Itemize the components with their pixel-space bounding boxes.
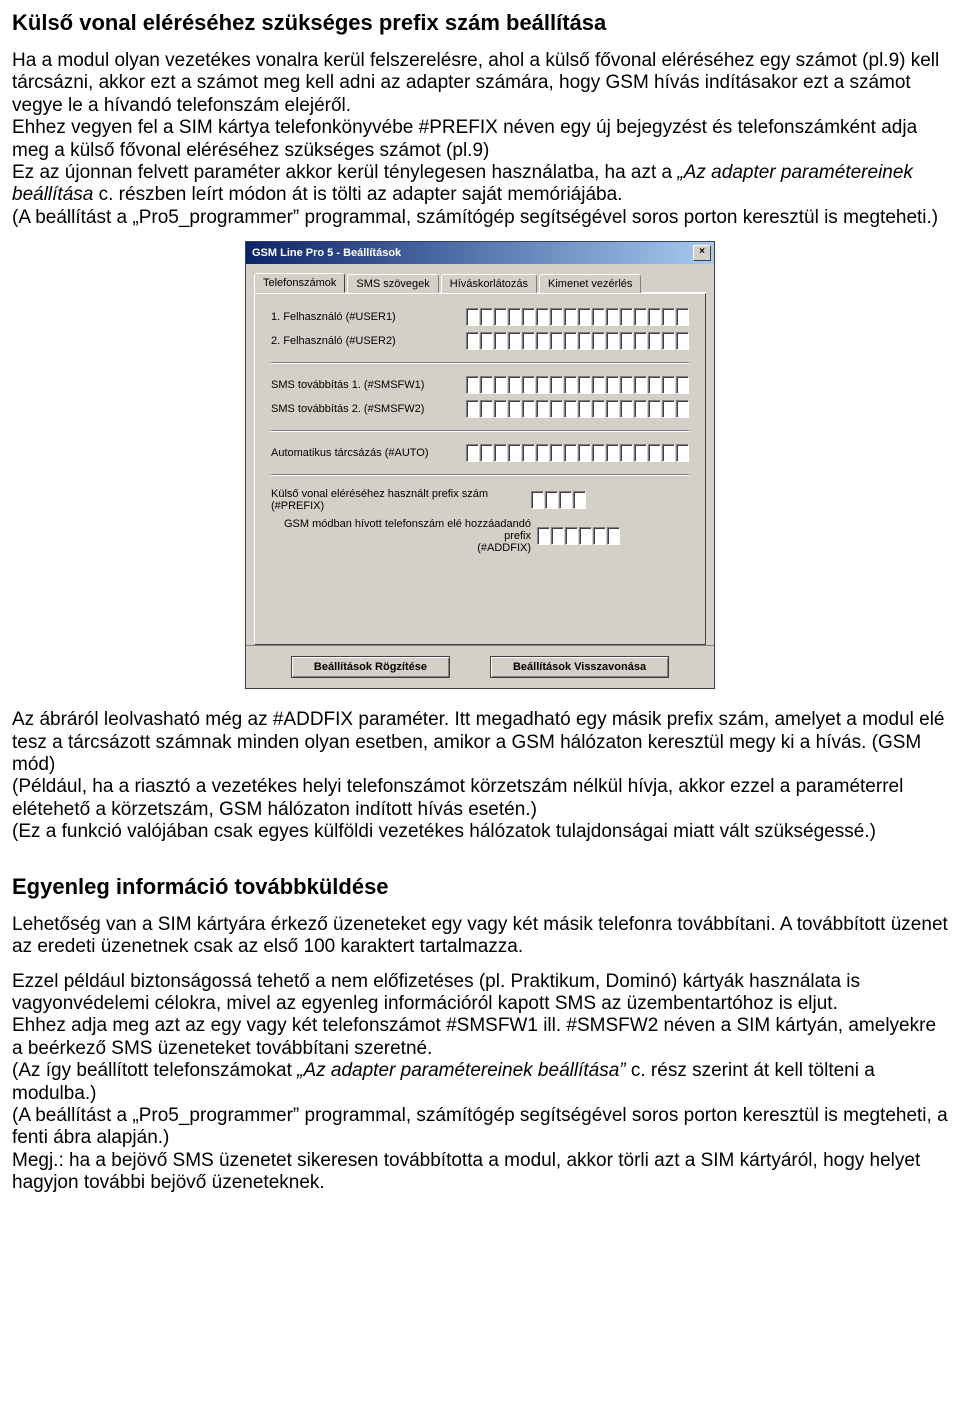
label-prefix: Külső vonal eléréséhez használt prefix s… [271,488,531,512]
window-title: GSM Line Pro 5 - Beállítások [252,247,401,259]
text: (A beállítást a „Pro5_programmer” progra… [12,1105,948,1148]
row-user2: 2. Felhasználó (#USER2) [271,332,689,350]
label-smsfw1: SMS továbbítás 1. (#SMSFW1) [271,379,466,391]
label-user2: 2. Felhasználó (#USER2) [271,335,466,347]
text: Ehhez adja meg azt az egy vagy két telef… [12,1015,936,1058]
input-user2[interactable] [466,332,689,350]
text: Ezzel például biztonságossá tehető a nem… [12,971,860,1014]
text: (Ez a funkció valójában csak egyes külfö… [12,821,876,842]
heading-egyenleg: Egyenleg információ továbbküldése [12,874,948,900]
divider [271,362,689,364]
titlebar: GSM Line Pro 5 - Beállítások × [246,242,714,264]
paragraph: Lehetőség van a SIM kártyára érkező üzen… [12,914,948,959]
revert-button[interactable]: Beállítások Visszavonása [490,656,669,678]
text: Ehhez vegyen fel a SIM kártya telefonkön… [12,117,917,160]
label-addfix: GSM módban hívott telefonszám elé hozzáa… [271,518,537,554]
row-addfix: GSM módban hívott telefonszám elé hozzáa… [271,518,689,554]
input-prefix[interactable] [531,491,586,509]
screenshot-container: GSM Line Pro 5 - Beállítások × Telefonsz… [12,241,948,689]
paragraph: Ezzel például biztonságossá tehető a nem… [12,971,948,1195]
row-auto: Automatikus tárcsázás (#AUTO) [271,444,689,462]
text: Az ábráról leolvasható még az #ADDFIX pa… [12,709,944,775]
input-auto[interactable] [466,444,689,462]
tab-kimenet-vezerles[interactable]: Kimenet vezérlés [539,274,641,294]
tab-panel: 1. Felhasználó (#USER1) 2. Felhasználó (… [254,293,706,645]
text: (#ADDFIX) [477,542,531,554]
text: GSM módban hívott telefonszám elé hozzáa… [284,518,531,542]
row-smsfw2: SMS továbbítás 2. (#SMSFW2) [271,400,689,418]
input-smsfw1[interactable] [466,376,689,394]
divider [271,474,689,476]
tab-hivaskorlatozas[interactable]: Híváskorlátozás [441,274,537,294]
paragraph: Az ábráról leolvasható még az #ADDFIX pa… [12,709,948,843]
text: c. részben leírt módon át is tölti az ad… [99,184,623,205]
input-user1[interactable] [466,308,689,326]
text: Ez az újonnan felvett paraméter akkor ke… [12,162,677,183]
text-italic: „Az adapter paramétereinek beállítása” [297,1060,631,1081]
text: (Például, ha a riasztó a vezetékes helyi… [12,776,903,819]
label-user1: 1. Felhasználó (#USER1) [271,311,466,323]
heading-prefix: Külső vonal eléréséhez szükséges prefix … [12,10,948,36]
dialog-window: GSM Line Pro 5 - Beállítások × Telefonsz… [245,241,715,689]
tab-telefonszamok[interactable]: Telefonszámok [254,273,345,293]
tab-sms-szovegek[interactable]: SMS szövegek [347,274,438,294]
text: Ha a modul olyan vezetékes vonalra kerül… [12,50,939,116]
label-auto: Automatikus tárcsázás (#AUTO) [271,447,466,459]
save-button[interactable]: Beállítások Rögzítése [291,656,450,678]
paragraph: Ha a modul olyan vezetékes vonalra kerül… [12,50,948,229]
text: (A beállítást a „Pro5_programmer” progra… [12,207,938,228]
row-prefix: Külső vonal eléréséhez használt prefix s… [271,488,689,512]
text: (Az így beállított telefonszámokat [12,1060,297,1081]
row-user1: 1. Felhasználó (#USER1) [271,308,689,326]
close-icon[interactable]: × [693,245,711,261]
tab-strip: Telefonszámok SMS szövegek Híváskorlátoz… [254,272,706,293]
input-smsfw2[interactable] [466,400,689,418]
label-smsfw2: SMS továbbítás 2. (#SMSFW2) [271,403,466,415]
input-addfix[interactable] [537,527,620,545]
divider [271,430,689,432]
text: Megj.: ha a bejövő SMS üzenetet sikerese… [12,1150,920,1193]
dialog-button-row: Beállítások Rögzítése Beállítások Vissza… [246,645,714,688]
row-smsfw1: SMS továbbítás 1. (#SMSFW1) [271,376,689,394]
